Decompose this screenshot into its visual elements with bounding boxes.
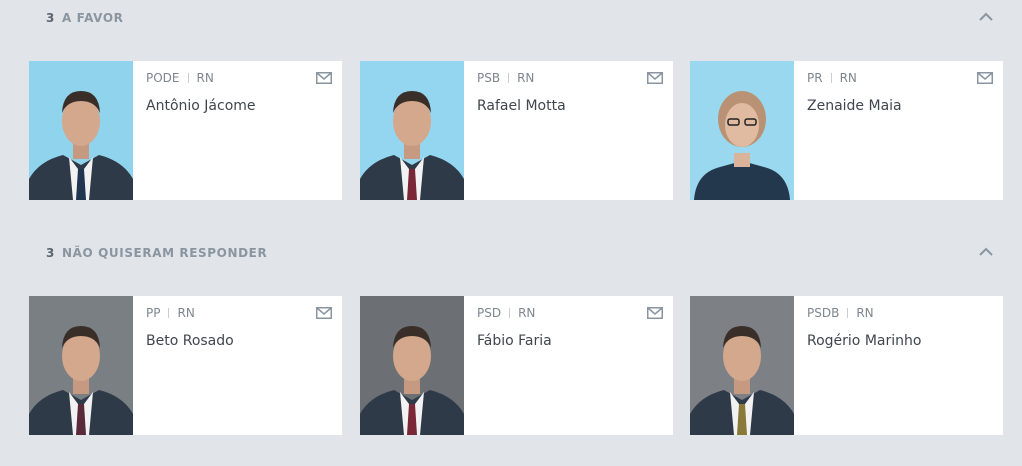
deputy-card[interactable]: PSB RN Rafael Motta: [360, 61, 673, 200]
chevron-up-icon[interactable]: [978, 244, 994, 258]
deputy-name[interactable]: Beto Rosado: [146, 333, 234, 349]
state-label: RN: [177, 306, 195, 320]
party-state: PP RN: [146, 306, 195, 320]
separator: [847, 308, 849, 318]
section-header-a-favor: 3 A FAVOR: [0, 11, 1022, 35]
deputy-photo: [360, 296, 464, 435]
state-label: RN: [517, 71, 535, 85]
deputy-photo: [690, 61, 794, 200]
party-label: PR: [807, 71, 823, 85]
party-label: PSB: [477, 71, 501, 85]
deputy-photo: [690, 296, 794, 435]
deputy-name[interactable]: Rogério Marinho: [807, 333, 921, 349]
mail-icon[interactable]: [647, 72, 663, 84]
section-count: 3: [46, 11, 55, 25]
chevron-up-icon[interactable]: [978, 9, 994, 23]
deputy-card[interactable]: PODE RN Antônio Jácome: [29, 61, 342, 200]
mail-icon[interactable]: [316, 307, 332, 319]
party-label: PODE: [146, 71, 180, 85]
deputy-card[interactable]: PP RN Beto Rosado: [29, 296, 342, 435]
party-label: PSDB: [807, 306, 840, 320]
mail-icon[interactable]: [647, 307, 663, 319]
state-label: RN: [196, 71, 214, 85]
party-state: PSD RN: [477, 306, 535, 320]
deputy-name[interactable]: Zenaide Maia: [807, 98, 902, 114]
party-label: PSD: [477, 306, 502, 320]
section-count: 3: [46, 246, 55, 260]
deputy-card[interactable]: PR RN Zenaide Maia: [690, 61, 1003, 200]
separator: [830, 73, 832, 83]
party-state: PODE RN: [146, 71, 214, 85]
deputy-photo: [29, 296, 133, 435]
deputy-photo: [360, 61, 464, 200]
deputy-name[interactable]: Antônio Jácome: [146, 98, 256, 114]
separator: [168, 308, 170, 318]
party-state: PSB RN: [477, 71, 534, 85]
separator: [508, 73, 510, 83]
section-title: A FAVOR: [62, 11, 124, 25]
section-title: NÃO QUISERAM RESPONDER: [62, 246, 268, 260]
section-header-nao-quiseram-responder: 3 NÃO QUISERAM RESPONDER: [0, 246, 1022, 270]
deputy-name[interactable]: Rafael Motta: [477, 98, 566, 114]
separator: [187, 73, 189, 83]
party-state: PSDB RN: [807, 306, 874, 320]
party-state: PR RN: [807, 71, 857, 85]
state-label: RN: [518, 306, 536, 320]
separator: [509, 308, 511, 318]
state-label: RN: [839, 71, 857, 85]
state-label: RN: [856, 306, 874, 320]
deputy-name[interactable]: Fábio Faria: [477, 333, 552, 349]
deputy-card[interactable]: PSD RN Fábio Faria: [360, 296, 673, 435]
mail-icon[interactable]: [316, 72, 332, 84]
deputy-photo: [29, 61, 133, 200]
mail-icon[interactable]: [977, 72, 993, 84]
party-label: PP: [146, 306, 161, 320]
deputy-card[interactable]: PSDB RN Rogério Marinho: [690, 296, 1003, 435]
